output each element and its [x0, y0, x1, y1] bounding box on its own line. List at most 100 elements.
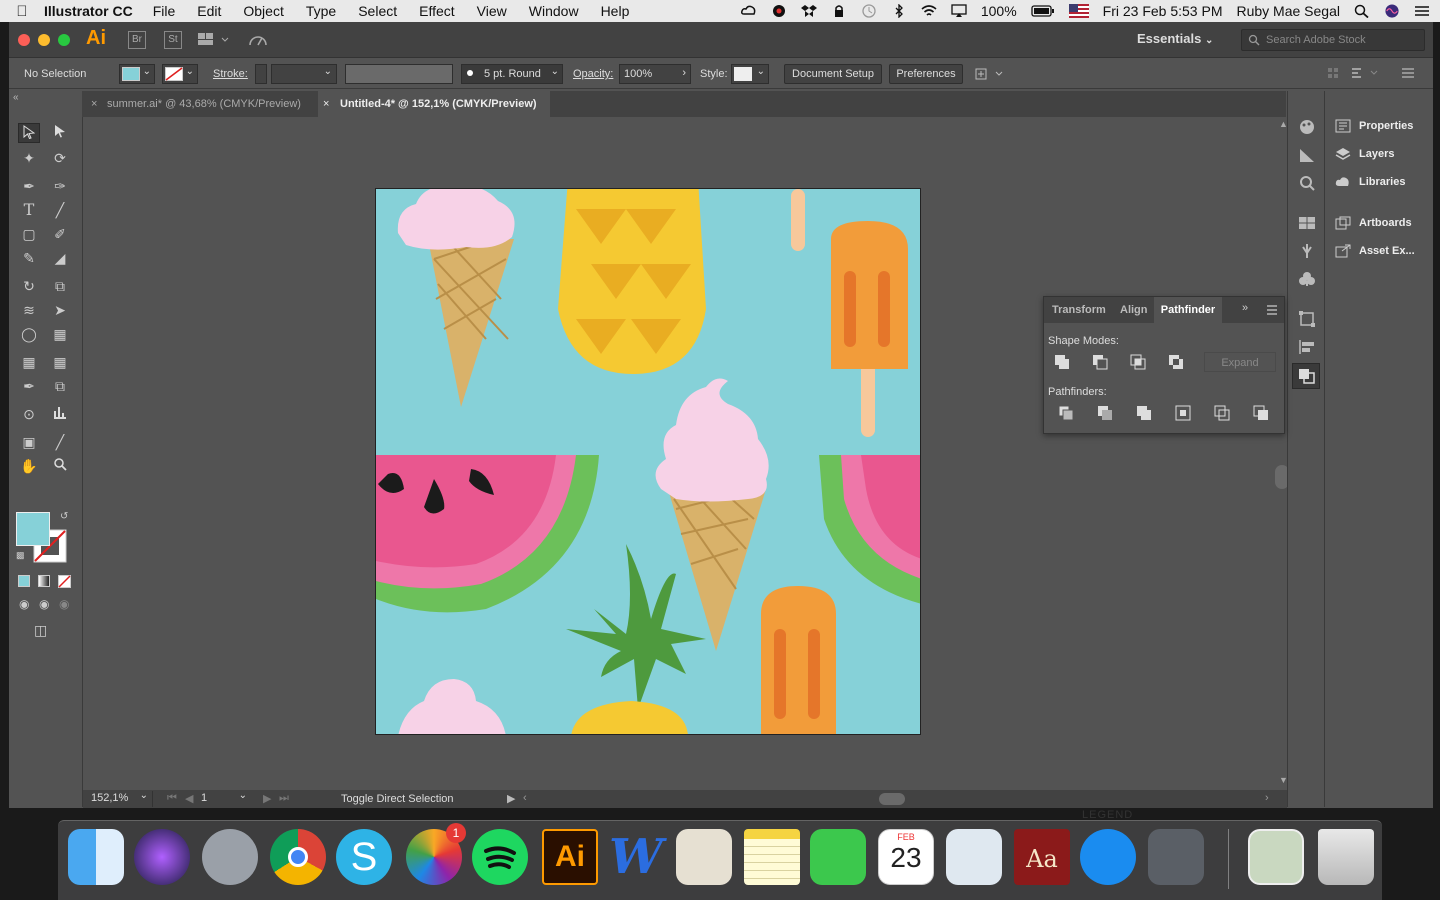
close-tab-icon[interactable]: × — [323, 91, 329, 117]
tab-transform[interactable]: Transform — [1052, 297, 1106, 323]
app-menu[interactable]: Illustrator CC — [44, 3, 133, 19]
menu-object[interactable]: Object — [243, 3, 283, 19]
divide-icon[interactable] — [1058, 405, 1074, 421]
pen-tool-icon[interactable]: ✒ — [18, 176, 40, 196]
panel-menu-icon[interactable] — [1266, 305, 1278, 315]
selection-tool-icon[interactable] — [18, 123, 40, 143]
zoom-level-field[interactable]: 152,1% ⌄ — [87, 790, 153, 807]
hand-tool-icon[interactable]: ✋ — [18, 456, 40, 476]
stock-button[interactable]: St — [164, 31, 182, 49]
brushes-panel-icon[interactable] — [1298, 243, 1316, 259]
photos-icon[interactable]: 1 — [406, 823, 466, 885]
brush-definition-dropdown[interactable]: 5 pt. Round ⌄ — [461, 64, 563, 84]
mesh-tool-icon[interactable]: ▦ — [18, 352, 40, 372]
pathfinder-panel-icon[interactable] — [1292, 363, 1320, 389]
lock-icon[interactable] — [831, 4, 847, 18]
time-machine-icon[interactable] — [861, 4, 877, 18]
gradient-mode-button[interactable] — [38, 575, 50, 587]
expand-button[interactable]: Expand — [1204, 352, 1276, 372]
paintbrush-tool-icon[interactable]: ✐ — [49, 224, 71, 244]
line-segment-tool-icon[interactable]: ╱ — [49, 200, 71, 220]
artboard[interactable] — [375, 188, 921, 735]
color-guide-icon[interactable] — [1298, 175, 1316, 191]
fill-color-dropdown[interactable]: ⌄ — [119, 64, 155, 84]
notes-icon[interactable] — [744, 829, 800, 885]
outline-icon[interactable] — [1214, 405, 1230, 421]
first-artboard-icon[interactable]: ⏮ — [167, 792, 177, 805]
siri-icon[interactable] — [1384, 4, 1400, 18]
pencil-tool-icon[interactable]: ✎ — [18, 248, 40, 268]
skype-icon[interactable]: S — [336, 829, 392, 885]
blend-tool-icon[interactable]: ⧉ — [49, 376, 71, 396]
bluetooth-icon[interactable] — [891, 4, 907, 18]
recent-file-stack-icon[interactable] — [1248, 829, 1304, 885]
menu-file[interactable]: File — [153, 3, 176, 19]
wifi-icon[interactable] — [921, 4, 937, 18]
facetime-icon[interactable] — [810, 829, 866, 885]
close-window-button[interactable] — [18, 34, 30, 46]
width-tool-icon[interactable]: ≋ — [18, 300, 40, 320]
tab-untitled-4[interactable]: × Untitled-4* @ 152,1% (CMYK/Preview) — [318, 91, 550, 117]
stroke-color-dropdown[interactable]: ⌄ — [162, 64, 198, 84]
crop-icon[interactable] — [1175, 405, 1191, 421]
bridge-button[interactable]: Br — [128, 31, 146, 49]
appearance-panel-icon[interactable] — [1298, 215, 1316, 231]
trash-icon[interactable] — [1318, 829, 1374, 885]
unite-icon[interactable] — [1054, 354, 1070, 370]
minimize-window-button[interactable] — [38, 34, 50, 46]
menu-help[interactable]: Help — [601, 3, 630, 19]
opacity-label[interactable]: Opacity: — [573, 68, 613, 80]
zoom-window-button[interactable] — [58, 34, 70, 46]
horizontal-scrollbar-thumb[interactable] — [879, 793, 905, 805]
spotlight-search-icon[interactable] — [1354, 4, 1370, 18]
menu-edit[interactable]: Edit — [197, 3, 221, 19]
merge-icon[interactable] — [1136, 405, 1152, 421]
exclude-icon[interactable] — [1168, 354, 1184, 370]
color-mode-button[interactable] — [18, 575, 30, 587]
transform-panel-icon[interactable] — [1298, 311, 1316, 327]
creative-cloud-icon[interactable] — [740, 4, 757, 18]
draw-behind-icon[interactable]: ◉ — [39, 597, 49, 611]
zoom-tool-icon[interactable] — [49, 456, 71, 476]
rotate-tool-icon[interactable]: ↻ — [18, 276, 40, 296]
menu-view[interactable]: View — [477, 3, 507, 19]
tab-pathfinder[interactable]: Pathfinder — [1154, 297, 1222, 323]
battery-icon[interactable] — [1031, 4, 1055, 18]
symbol-sprayer-tool-icon[interactable]: ⊙ — [18, 404, 40, 424]
preview-icon[interactable] — [946, 829, 1002, 885]
last-artboard-icon[interactable]: ⏭ — [279, 792, 289, 805]
align-panel-icon[interactable] — [1298, 339, 1316, 355]
stroke-label[interactable]: Stroke: — [213, 68, 248, 80]
shape-builder-tool-icon[interactable]: ◯ — [18, 324, 40, 344]
close-tab-icon[interactable]: × — [91, 91, 97, 117]
align-to-icon[interactable] — [975, 67, 1005, 81]
scroll-right-icon[interactable]: › — [1265, 792, 1269, 804]
illustrator-dock-icon[interactable]: Ai — [542, 829, 598, 885]
cloud-sync-icon[interactable] — [771, 4, 787, 18]
document-setup-button[interactable]: Document Setup — [784, 64, 882, 84]
type-tool-icon[interactable]: T — [18, 200, 40, 220]
opacity-field[interactable]: 100% › — [619, 64, 691, 84]
properties-panel-tab[interactable]: Properties — [1335, 119, 1413, 133]
color-panel-icon[interactable] — [1298, 119, 1316, 135]
draw-inside-icon[interactable]: ◉ — [59, 597, 69, 611]
calendar-icon[interactable]: FEB 23 — [878, 829, 934, 885]
clock[interactable]: Fri 23 Feb 5:53 PM — [1103, 3, 1223, 19]
collapse-toolbox-icon[interactable]: « — [13, 92, 19, 103]
word-icon[interactable]: W — [608, 829, 664, 885]
airplay-icon[interactable] — [951, 4, 967, 18]
notification-center-icon[interactable] — [1414, 4, 1430, 18]
canvas-area[interactable]: ▲ ▼ — [83, 117, 1289, 787]
scroll-left-icon[interactable]: ‹ — [523, 792, 527, 804]
menu-select[interactable]: Select — [358, 3, 397, 19]
menu-type[interactable]: Type — [306, 3, 336, 19]
intersect-icon[interactable] — [1130, 354, 1146, 370]
app-store-icon[interactable] — [1080, 829, 1136, 885]
user-name[interactable]: Ruby Mae Segal — [1236, 3, 1340, 19]
status-text[interactable]: Toggle Direct Selection — [341, 793, 454, 805]
slice-tool-icon[interactable]: ╱ — [49, 432, 71, 452]
finder-icon[interactable] — [68, 829, 124, 885]
status-menu-arrow-icon[interactable]: ▶ — [507, 792, 515, 805]
default-colors-icon[interactable]: ▩ — [16, 550, 25, 561]
system-preferences-icon[interactable] — [1148, 829, 1204, 885]
